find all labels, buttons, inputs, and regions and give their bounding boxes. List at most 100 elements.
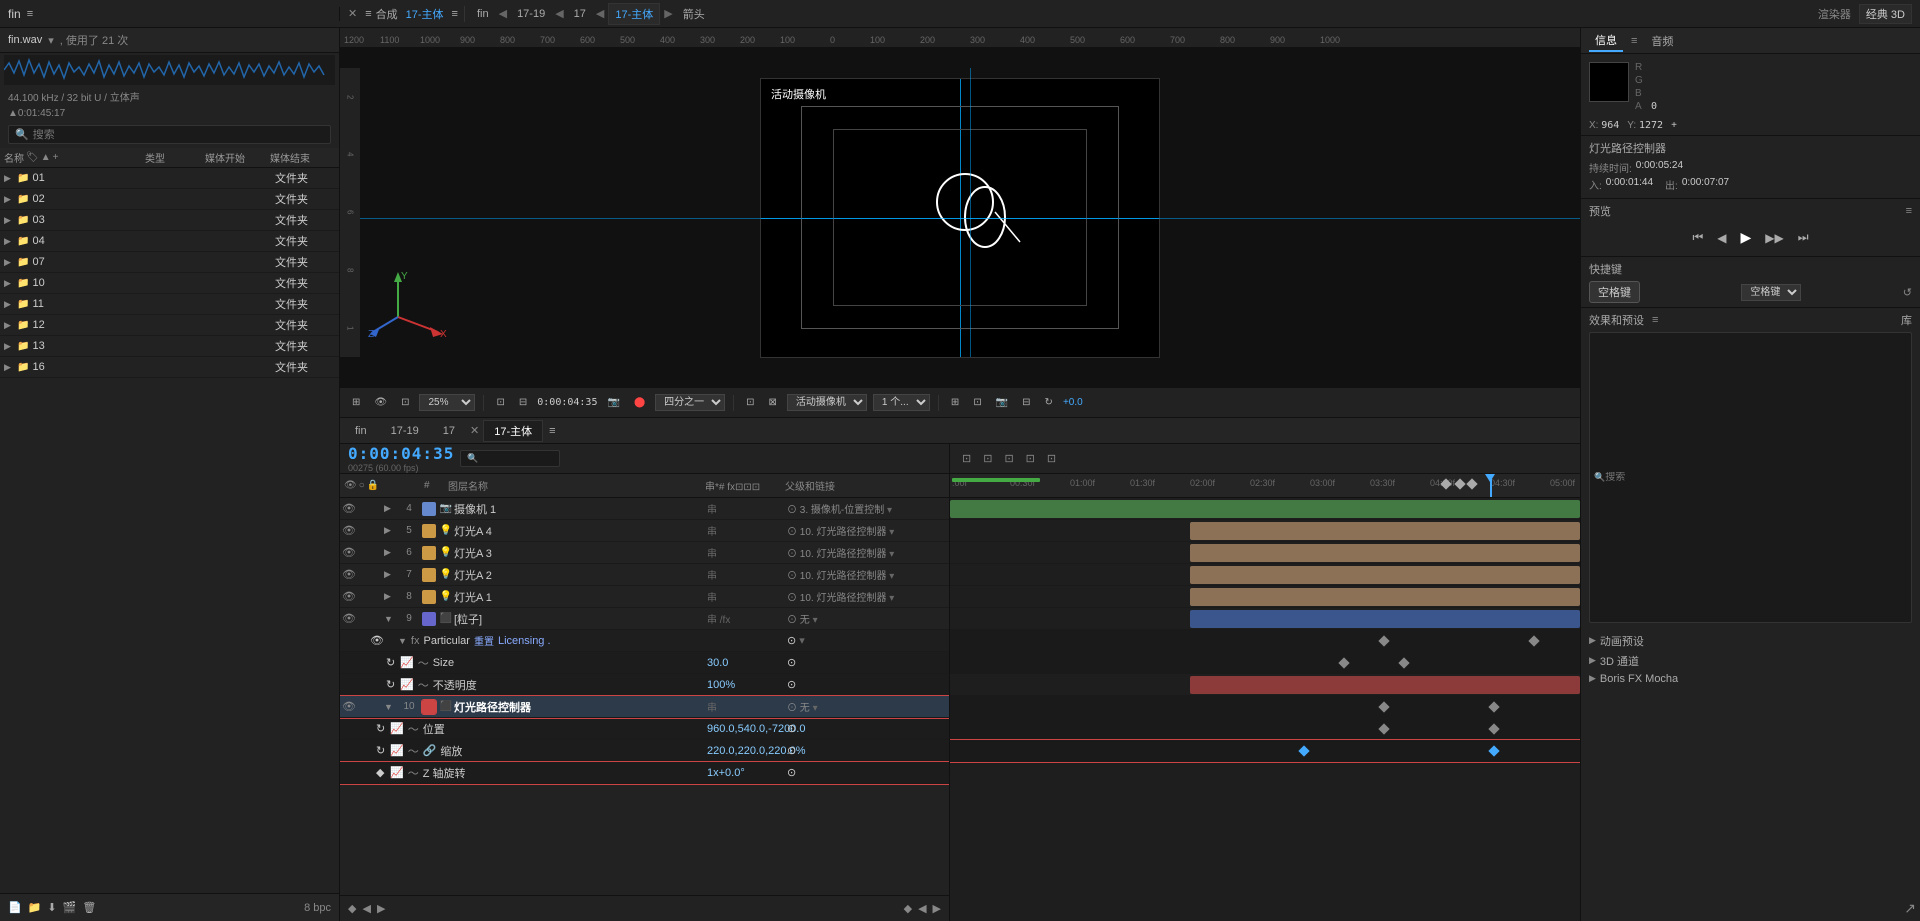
file-row[interactable]: ▶📁04 文件夹 [0, 231, 339, 252]
effects-category-3d[interactable]: ▶ 3D 通道 [1589, 651, 1912, 671]
expand-5[interactable]: ▶ [384, 525, 398, 536]
track-btn1[interactable]: ⊡ [958, 450, 975, 467]
prop-row-size[interactable]: ↻ 📈 〜 Size 30.0 ⊙ [340, 652, 949, 674]
eye-7[interactable]: 👁 [342, 568, 356, 581]
track-btn5[interactable]: ⊡ [1043, 450, 1060, 467]
expand-10[interactable]: ▼ [384, 702, 398, 712]
tab-fin[interactable]: fin [471, 6, 495, 22]
wave-icon-size[interactable]: 〜 [418, 655, 429, 671]
effects-lib-label[interactable]: 库 [1901, 312, 1912, 328]
file-row[interactable]: ▶📁13 文件夹 [0, 336, 339, 357]
kf-icon2[interactable]: ◆ [904, 902, 912, 915]
prev-kf-btn2[interactable]: ◀ [918, 902, 926, 915]
timeline-tab-17-main[interactable]: 17-主体 [483, 420, 543, 442]
fx-row-particular[interactable]: 👁 ▼ fx Particular 重置 Licensing . [340, 630, 949, 652]
camera-select[interactable]: 活动摄像机 [787, 394, 867, 411]
file-row[interactable]: ▶📁01 文件夹 [0, 168, 339, 189]
delete-icon[interactable]: 🗑 [82, 901, 96, 914]
view-count-select[interactable]: 1 个... [873, 394, 930, 411]
file-row[interactable]: ▶📁03 文件夹 [0, 210, 339, 231]
layer-row-4[interactable]: 👁 ▶ 4 📷 摄像机 1 串 ⊙ 3. 摄像机-位置控制 ▾ [340, 498, 949, 520]
tab-info[interactable]: 信息 [1589, 30, 1623, 52]
preview-menu-icon[interactable]: ≡ [1906, 205, 1912, 217]
layer-row-8[interactable]: 👁 ▶ 8 💡 灯光A 1 串 ⊙ 10. 灯光路径控制器 ▾ [340, 586, 949, 608]
fx-reset-btn[interactable]: 重置 [474, 633, 494, 648]
timeline-close-icon[interactable]: ✕ [470, 424, 479, 437]
parent-dropdown-9[interactable]: ▾ [813, 615, 818, 626]
eye-6[interactable]: 👁 [342, 546, 356, 559]
file-row[interactable]: ▶📁07 文件夹 [0, 252, 339, 273]
stopwatch-position[interactable]: ↻ [376, 722, 390, 735]
tab-arrow[interactable]: 箭头 [677, 4, 711, 24]
next-kf-btn[interactable]: ▶ [377, 902, 385, 915]
align-icon[interactable]: ⊟ [1018, 395, 1034, 410]
close-icon[interactable]: ✕ [348, 7, 357, 20]
parent-dropdown-4[interactable]: ▾ [887, 505, 892, 516]
safe-frames-icon[interactable]: ⊟ [515, 395, 531, 410]
file-row[interactable]: ▶📁16 文件夹 [0, 357, 339, 378]
parent-dropdown-8[interactable]: ▾ [889, 593, 894, 604]
tab-17-19[interactable]: 17-19 [511, 6, 551, 22]
eye-10[interactable]: 👁 [342, 700, 356, 713]
wave-icon-zrot[interactable]: 〜 [408, 765, 419, 781]
timeline-search[interactable]: 🔍 [460, 450, 560, 467]
expand-8[interactable]: ▶ [384, 591, 398, 602]
prop-row-position[interactable]: ↻ 📈 〜 位置 960.0,540.0,-7200.0 ⊙ [340, 718, 949, 740]
effects-category-animation[interactable]: ▶ 动画预设 [1589, 631, 1912, 651]
graph-icon-opacity[interactable]: 📈 [400, 678, 414, 691]
prop-stopwatch-opacity[interactable]: ↻ [386, 678, 400, 691]
add-icon[interactable]: + [53, 152, 59, 163]
transport-first[interactable]: ⏮ [1688, 228, 1707, 247]
reset-shortcut-icon[interactable]: ↺ [1903, 286, 1912, 299]
layer-row-5[interactable]: 👁 ▶ 5 💡 灯光A 4 串 ⊙ 10. 灯光路径控制器 ▾ [340, 520, 949, 542]
opacity-value[interactable]: 100% [707, 679, 787, 691]
layer-row-10[interactable]: 👁 ▼ 10 ⬛ 灯光路径控制器 串 ⊙ 无 ▾ [340, 696, 949, 718]
transport-play[interactable]: ▶ [1736, 227, 1755, 248]
folder-icon[interactable]: 📁 [28, 901, 42, 914]
composition-icon[interactable]: 🎬 [63, 901, 77, 914]
comp-menu-icon[interactable]: ≡ [452, 8, 458, 20]
tab-arrow-right[interactable]: ▶ [664, 7, 672, 20]
timecode-display[interactable]: 0:00:04:35 [348, 444, 454, 463]
eye-9[interactable]: 👁 [342, 612, 356, 625]
shortcut-dropdown[interactable]: 空格键 [1741, 284, 1801, 301]
effects-search[interactable]: 🔍 [1589, 332, 1912, 623]
eye-4[interactable]: 👁 [342, 502, 356, 515]
arrow-icon[interactable]: ↗ [1904, 900, 1916, 916]
menu-icon[interactable]: ≡ [27, 8, 33, 20]
expand-7[interactable]: ▶ [384, 569, 398, 580]
tab-17-main[interactable]: 17-主体 [608, 3, 660, 25]
keyframe-icon[interactable]: ◆ [348, 902, 356, 915]
dropdown-arrow[interactable]: ▾ [48, 34, 54, 47]
parent-dropdown-6[interactable]: ▾ [889, 549, 894, 560]
file-row[interactable]: ▶📁11 文件夹 [0, 294, 339, 315]
menu-icon-comp[interactable]: ≡ [365, 8, 371, 20]
effects-menu-icon[interactable]: ≡ [1652, 314, 1658, 326]
parent-dropdown-10[interactable]: ▾ [813, 703, 818, 714]
snap2-icon[interactable]: ⊡ [969, 395, 985, 410]
effects-category-boris[interactable]: ▶ Boris FX Mocha [1589, 671, 1912, 687]
tab-arrow-left3[interactable]: ◀ [596, 7, 604, 20]
search-input[interactable] [33, 129, 324, 141]
stopwatch-zrot[interactable]: ◆ [376, 766, 390, 779]
timeline-tab-fin[interactable]: fin [344, 422, 378, 440]
playhead[interactable] [1490, 474, 1492, 497]
prop-row-opacity[interactable]: ↻ 📈 〜 不透明度 100% ⊙ [340, 674, 949, 696]
fit-icon[interactable]: ⊡ [492, 395, 508, 410]
parent-dropdown-7[interactable]: ▾ [889, 571, 894, 582]
view-icon[interactable]: 👁 [370, 395, 391, 410]
layer-row-7[interactable]: 👁 ▶ 7 💡 灯光A 2 串 ⊙ 10. 灯光路径控制器 ▾ [340, 564, 949, 586]
graph-icon-pos[interactable]: 📈 [390, 722, 404, 735]
track-btn2[interactable]: ⊡ [979, 450, 996, 467]
transport-last[interactable]: ⏭ [1794, 228, 1813, 247]
prop-row-scale[interactable]: ↻ 📈 〜 🔗 缩放 220.0,220.0,220.0% ⊙ [340, 740, 949, 762]
size-value[interactable]: 30.0 [707, 657, 787, 669]
search-box[interactable]: 🔍 [8, 125, 331, 144]
fx-eye[interactable]: 👁 [370, 634, 384, 647]
track-btn3[interactable]: ⊡ [1000, 450, 1017, 467]
file-row[interactable]: ▶📁10 文件夹 [0, 273, 339, 294]
file-row[interactable]: ▶📁12 文件夹 [0, 315, 339, 336]
fx-expand[interactable]: ▼ [398, 636, 407, 646]
prev-kf-btn[interactable]: ◀ [362, 902, 370, 915]
snap-icon[interactable]: ⊞ [348, 395, 364, 410]
